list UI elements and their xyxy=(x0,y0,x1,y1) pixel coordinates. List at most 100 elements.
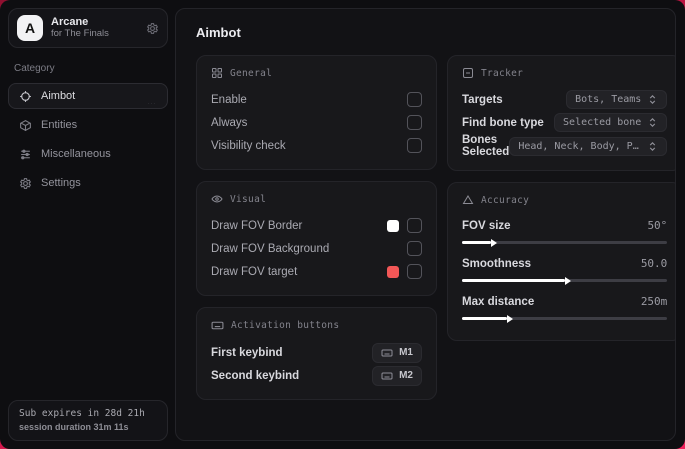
setting-label: Draw FOV Background xyxy=(211,242,330,255)
main-panel: Aimbot General Enable Always Visibility … xyxy=(175,8,676,441)
setting-label: Draw FOV target xyxy=(211,265,298,278)
card-title: General xyxy=(230,67,273,79)
miscellaneous-icon xyxy=(21,149,30,159)
setting-row: Enable xyxy=(211,88,422,111)
select-value: Bots, Teams xyxy=(575,94,642,105)
general-card: General Enable Always Visibility check xyxy=(196,55,437,170)
fov-size-slider-block: FOV size 50° xyxy=(462,215,668,244)
fov-size-slider[interactable] xyxy=(462,241,668,244)
slider-fill xyxy=(462,279,565,282)
draw-fov-border-checkbox[interactable] xyxy=(407,218,422,233)
sidebar-item-aimbot[interactable]: Aimbot … xyxy=(8,83,168,109)
setting-row: Draw FOV Background xyxy=(211,237,422,260)
smoothness-value: 50.0 xyxy=(640,257,668,270)
accuracy-icon xyxy=(462,195,474,204)
page-title: Aimbot xyxy=(196,25,241,40)
sidebar-item-label: Settings xyxy=(41,177,81,189)
setting-row: Find bone type Selected bone xyxy=(462,111,668,134)
setting-label: Draw FOV Border xyxy=(211,219,303,232)
sidebar-item-label: Aimbot xyxy=(41,90,76,102)
select-value: Selected bone xyxy=(563,117,642,128)
brand-subtitle: for The Finals xyxy=(51,27,109,39)
setting-row: Second keybind M2 xyxy=(211,364,422,387)
setting-row: Visibility check xyxy=(211,134,422,157)
max-distance-slider-block: Max distance 250m xyxy=(462,291,668,320)
keybind-value: M1 xyxy=(399,347,413,358)
setting-label: Targets xyxy=(462,93,503,106)
sidebar-item-miscellaneous[interactable]: Miscellaneous xyxy=(8,141,168,167)
setting-label: FOV size xyxy=(462,219,511,232)
select-icon xyxy=(650,95,656,104)
setting-row: First keybind M1 xyxy=(211,341,422,364)
setting-label: Enable xyxy=(211,93,247,106)
enable-checkbox[interactable] xyxy=(407,92,422,107)
first-keybind-button[interactable]: M1 xyxy=(372,342,422,363)
setting-label: Always xyxy=(211,116,248,129)
sidebar: A Arcane for The Finals Category Aimbot … xyxy=(0,0,175,449)
always-checkbox[interactable] xyxy=(407,115,422,130)
find-bone-type-select[interactable]: Selected bone xyxy=(554,113,668,132)
keybind-icon xyxy=(381,372,393,379)
sub-expires-text: Sub expires in 28d 21h xyxy=(19,408,145,419)
slider-fill xyxy=(462,241,491,244)
setting-label: Find bone type xyxy=(462,116,544,129)
card-title: Accuracy xyxy=(481,194,530,206)
sidebar-item-label: Entities xyxy=(41,119,78,131)
slider-fill xyxy=(462,317,508,320)
draw-fov-target-checkbox[interactable] xyxy=(407,264,422,279)
setting-row: Draw FOV Border xyxy=(211,214,422,237)
visual-icon xyxy=(211,195,223,203)
select-value: Head, Neck, Body, Pe... xyxy=(518,140,641,152)
category-label: Category xyxy=(14,63,55,74)
tracker-card: Tracker Targets Bots, Teams Find bone ty… xyxy=(447,55,675,171)
fov-border-color-swatch[interactable] xyxy=(387,219,399,232)
setting-label: Smoothness xyxy=(462,257,532,270)
setting-row: Draw FOV target xyxy=(211,260,422,283)
second-keybind-button[interactable]: M2 xyxy=(372,365,422,386)
activation-icon xyxy=(211,321,224,330)
sidebar-item-label: Miscellaneous xyxy=(41,148,111,160)
keybind-icon xyxy=(381,349,393,356)
visibility-check-checkbox[interactable] xyxy=(407,138,422,153)
card-title: Tracker xyxy=(481,67,524,79)
subscription-info-card: Sub expires in 28d 21h session duration … xyxy=(8,400,168,441)
activation-card: Activation buttons First keybind M1 Seco… xyxy=(196,307,437,400)
draw-fov-background-checkbox[interactable] xyxy=(407,241,422,256)
brand-logo: A xyxy=(17,15,43,41)
max-distance-slider[interactable] xyxy=(462,317,668,320)
max-distance-value: 250m xyxy=(640,295,668,308)
app-window: A Arcane for The Finals Category Aimbot … xyxy=(0,0,685,449)
smoothness-slider[interactable] xyxy=(462,279,668,282)
brand-name: Arcane xyxy=(51,16,89,29)
setting-row: Always xyxy=(211,111,422,134)
setting-label: Max distance xyxy=(462,295,535,308)
accuracy-card: Accuracy FOV size 50° Smoothness 50.0 Ma… xyxy=(447,182,675,341)
fov-size-value: 50° xyxy=(647,219,668,232)
fov-target-color-swatch[interactable] xyxy=(387,265,399,278)
setting-label: First keybind xyxy=(211,346,283,359)
card-title: Activation buttons xyxy=(231,320,340,331)
sidebar-item-settings[interactable]: Settings xyxy=(8,170,168,196)
targets-select[interactable]: Bots, Teams xyxy=(566,90,668,109)
brand-gear-icon[interactable] xyxy=(146,22,159,35)
settings-icon xyxy=(19,177,32,189)
sidebar-item-entities[interactable]: Entities xyxy=(8,112,168,138)
general-icon xyxy=(212,68,222,78)
session-duration-text: session duration 31m 11s xyxy=(19,422,129,432)
select-icon xyxy=(650,141,656,151)
select-icon xyxy=(650,118,656,127)
brand-card: A Arcane for The Finals xyxy=(8,8,168,48)
setting-row: Targets Bots, Teams xyxy=(462,88,668,111)
setting-label: Visibility check xyxy=(211,139,286,152)
entities-icon xyxy=(20,119,31,131)
tracker-icon xyxy=(463,68,473,78)
smoothness-slider-block: Smoothness 50.0 xyxy=(462,253,668,282)
setting-label: Bones Selected xyxy=(462,134,510,158)
visual-card: Visual Draw FOV Border Draw FOV Backgrou… xyxy=(196,181,437,296)
ghost-mark: … xyxy=(147,96,157,106)
card-title: Visual xyxy=(230,193,267,205)
bones-selected-select[interactable]: Head, Neck, Body, Pe... xyxy=(509,136,668,156)
setting-label: Second keybind xyxy=(211,369,300,382)
sidebar-nav: Aimbot … Entities Miscellaneous Settings xyxy=(8,83,168,196)
aimbot-icon xyxy=(20,90,31,102)
